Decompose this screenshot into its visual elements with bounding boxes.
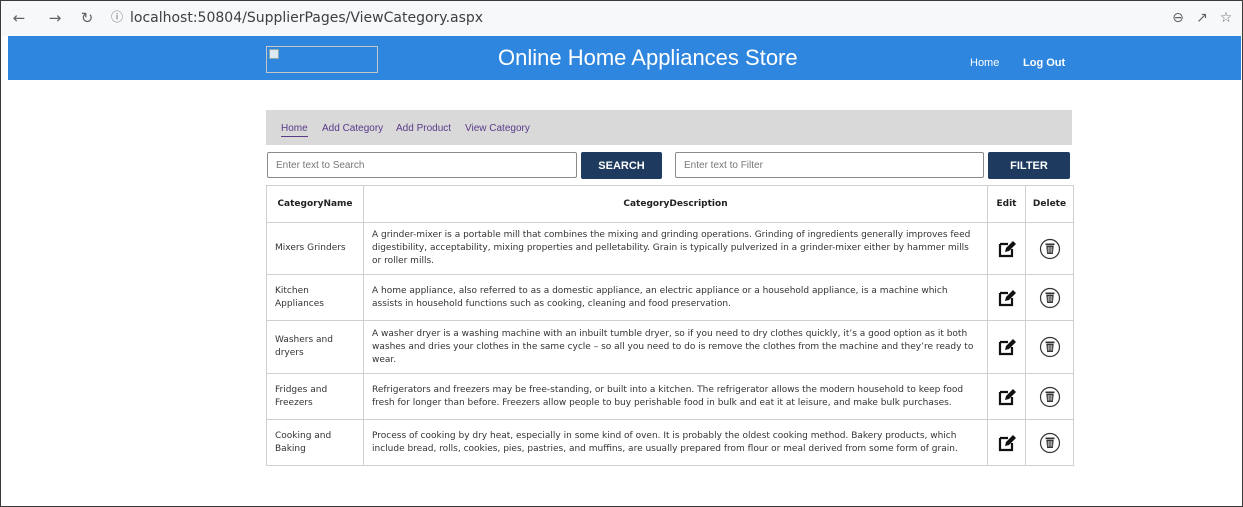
site-title: Online Home Appliances Store xyxy=(498,45,798,70)
trash-icon[interactable] xyxy=(1039,238,1061,260)
category-description-cell: A washer dryer is a washing machine with… xyxy=(363,320,988,374)
column-header-category-description: CategoryDescription xyxy=(363,185,988,223)
table-row: Mixers Grinders A grinder-mixer is a por… xyxy=(266,222,1074,275)
header-home-link[interactable]: Home xyxy=(970,56,999,70)
column-header-delete: Delete xyxy=(1025,185,1074,223)
table-row: Cooking and Baking Process of cooking by… xyxy=(266,419,1074,466)
category-description-cell: Refrigerators and freezers may be free-s… xyxy=(363,373,988,420)
subnav-home[interactable]: Home xyxy=(281,122,308,137)
search-button[interactable]: SEARCH xyxy=(581,152,662,179)
browser-toolbar: ← → ↻ ⓘ localhost:50804/SupplierPages/Vi… xyxy=(0,0,1243,36)
category-description-cell: A home appliance, also referred to as a … xyxy=(363,274,988,321)
filter-button[interactable]: FILTER xyxy=(988,152,1070,179)
edit-icon[interactable] xyxy=(997,337,1017,357)
trash-icon[interactable] xyxy=(1039,336,1061,358)
column-header-edit: Edit xyxy=(987,185,1026,223)
edit-icon[interactable] xyxy=(997,239,1017,259)
edit-icon[interactable] xyxy=(997,433,1017,453)
delete-cell xyxy=(1025,274,1074,321)
category-name-cell: Fridges and Freezers xyxy=(266,373,364,420)
share-icon[interactable]: ↗ xyxy=(1193,9,1211,27)
edit-cell xyxy=(987,222,1026,275)
broken-image-icon xyxy=(269,49,279,59)
column-header-category-name: CategoryName xyxy=(266,185,364,223)
info-icon[interactable]: ⓘ xyxy=(111,9,127,25)
delete-cell xyxy=(1025,320,1074,374)
category-table: CategoryName CategoryDescription Edit De… xyxy=(266,185,1074,466)
table-row: Fridges and Freezers Refrigerators and f… xyxy=(266,373,1074,420)
table-header-row: CategoryName CategoryDescription Edit De… xyxy=(266,185,1074,223)
logo-image xyxy=(266,46,378,73)
reload-icon[interactable]: ↻ xyxy=(78,9,96,27)
edit-icon[interactable] xyxy=(997,387,1017,407)
filter-input[interactable] xyxy=(675,152,984,178)
edit-icon[interactable] xyxy=(997,288,1017,308)
star-icon[interactable]: ☆ xyxy=(1217,9,1235,27)
edit-cell xyxy=(987,274,1026,321)
trash-icon[interactable] xyxy=(1039,287,1061,309)
table-row: Kitchen Appliances A home appliance, als… xyxy=(266,274,1074,321)
category-name-cell: Mixers Grinders xyxy=(266,222,364,275)
edit-cell xyxy=(987,419,1026,466)
edit-cell xyxy=(987,373,1026,420)
edit-cell xyxy=(987,320,1026,374)
trash-icon[interactable] xyxy=(1039,386,1061,408)
category-name-cell: Washers and dryers xyxy=(266,320,364,374)
subnav-add-category[interactable]: Add Category xyxy=(322,122,383,136)
back-arrow-icon[interactable]: ← xyxy=(10,9,28,27)
forward-arrow-icon[interactable]: → xyxy=(46,9,64,27)
subnav-add-product[interactable]: Add Product xyxy=(396,122,451,136)
category-description-cell: A grinder-mixer is a portable mill that … xyxy=(363,222,988,275)
category-name-cell: Kitchen Appliances xyxy=(266,274,364,321)
category-name-cell: Cooking and Baking xyxy=(266,419,364,466)
table-row: Washers and dryers A washer dryer is a w… xyxy=(266,320,1074,374)
sub-navigation: Home Add Category Add Product View Categ… xyxy=(266,110,1072,145)
delete-cell xyxy=(1025,373,1074,420)
subnav-view-category[interactable]: View Category xyxy=(465,122,530,136)
delete-cell xyxy=(1025,222,1074,275)
search-input[interactable] xyxy=(267,152,577,178)
delete-cell xyxy=(1025,419,1074,466)
site-header: Online Home Appliances Store Home Log Ou… xyxy=(8,36,1241,80)
header-logout-link[interactable]: Log Out xyxy=(1023,56,1065,70)
category-description-cell: Process of cooking by dry heat, especial… xyxy=(363,419,988,466)
address-bar[interactable]: localhost:50804/SupplierPages/ViewCatego… xyxy=(130,9,483,27)
trash-icon[interactable] xyxy=(1039,432,1061,454)
zoom-out-icon[interactable]: ⊖ xyxy=(1169,9,1187,27)
